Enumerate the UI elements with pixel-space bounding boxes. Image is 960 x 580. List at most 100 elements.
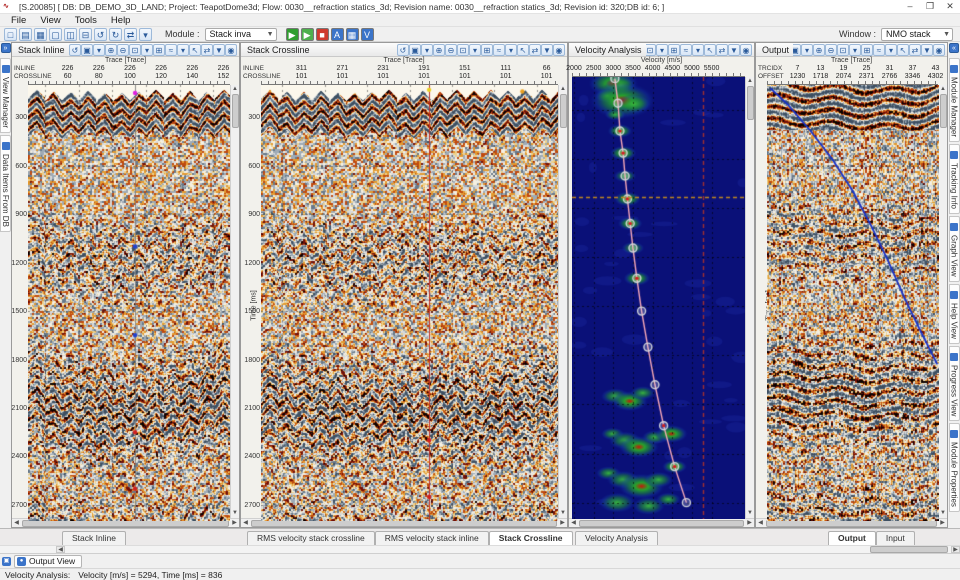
scroll-down-icon[interactable]: ▼ (559, 509, 568, 518)
vscroll-thumb[interactable] (560, 94, 567, 128)
maximize-button[interactable]: ❐ (920, 0, 940, 14)
pointer-tool-icon[interactable]: ↖ (189, 44, 201, 56)
module-analysis-icon[interactable]: A (331, 28, 344, 41)
pan-tool-icon[interactable]: ⇄ (716, 44, 728, 56)
scroll-right-icon[interactable]: ▶ (745, 519, 754, 528)
scroll-left-icon[interactable]: ◀ (756, 519, 765, 528)
view-tab-velocity-analysis[interactable]: Velocity Analysis (575, 531, 658, 546)
vscroll-thumb[interactable] (940, 94, 947, 128)
sidebar-tab-help-view[interactable]: Help View (949, 284, 960, 344)
run-interactive-icon[interactable]: ▶ (301, 28, 314, 41)
edit-picks-icon[interactable]: ◉ (553, 44, 565, 56)
display-curve-icon[interactable]: ≈ (873, 44, 885, 56)
zoom-out-icon[interactable]: ⊖ (117, 44, 129, 56)
scroll-right-icon[interactable]: ▶ (558, 519, 567, 528)
close-button[interactable]: ✕ (940, 0, 960, 14)
display-caret-icon[interactable]: ▾ (177, 44, 189, 56)
zoom-caret-icon[interactable]: ▾ (469, 44, 481, 56)
pan-tool-icon[interactable]: ⇄ (909, 44, 921, 56)
module-grid-icon[interactable]: ▦ (346, 28, 359, 41)
stack-crossline-plot[interactable] (261, 85, 558, 521)
refresh-icon[interactable]: ↺ (397, 44, 409, 56)
tab-scroll-thumb[interactable] (870, 546, 948, 553)
fit-view-icon[interactable]: ⊞ (481, 44, 493, 56)
sync-caret-icon[interactable]: ▾ (139, 28, 152, 41)
display-curve-icon[interactable]: ≈ (680, 44, 692, 56)
view-mode-caret-icon[interactable]: ▾ (421, 44, 433, 56)
refresh-icon[interactable]: ↺ (69, 44, 81, 56)
view-mode-caret-icon[interactable]: ▾ (93, 44, 105, 56)
velocity-semblance-plot[interactable] (572, 77, 745, 519)
zoom-box-icon[interactable]: ⊡ (457, 44, 469, 56)
zoom-out-icon[interactable]: ⊖ (445, 44, 457, 56)
edit-picks-icon[interactable]: ◉ (225, 44, 237, 56)
scroll-down-icon[interactable]: ▼ (231, 509, 240, 518)
sidebar-tab-data-items-from-db[interactable]: Data Items From DB (0, 135, 11, 232)
view-tab-rms-velocity-stack-crossline[interactable]: RMS velocity stack crossline (247, 531, 375, 546)
close-view-icon[interactable]: ▢ (49, 28, 62, 41)
pan-tool-icon[interactable]: ⇄ (201, 44, 213, 56)
zoom-in-icon[interactable]: ⊕ (105, 44, 117, 56)
view-mode-icon[interactable]: ▣ (81, 44, 93, 56)
output-gather-plot[interactable] (767, 85, 939, 521)
vscroll-thumb[interactable] (747, 86, 754, 120)
view-tab-stack-crossline[interactable]: Stack Crossline (489, 531, 573, 546)
display-caret-icon[interactable]: ▾ (505, 44, 517, 56)
export-view-icon[interactable]: ▼ (728, 44, 740, 56)
sidebar-tab-module-properties[interactable]: Module Properties (949, 423, 960, 512)
scroll-down-icon[interactable]: ▼ (746, 509, 755, 518)
tile-horizontal-icon[interactable]: ◫ (64, 28, 77, 41)
export-view-icon[interactable]: ▼ (921, 44, 933, 56)
module-velocity-icon[interactable]: V (361, 28, 374, 41)
fit-view-icon[interactable]: ⊞ (861, 44, 873, 56)
sidebar-tab-tracking-info[interactable]: Tracking Info (949, 144, 960, 214)
export-view-icon[interactable]: ▼ (213, 44, 225, 56)
tab-scroll-left-icon[interactable]: ◀ (56, 546, 65, 553)
zoom-out-icon[interactable]: ⊖ (825, 44, 837, 56)
stop-flow-icon[interactable]: ■ (316, 28, 329, 41)
view-mode-icon[interactable]: ▣ (409, 44, 421, 56)
scroll-down-icon[interactable]: ▼ (939, 509, 948, 518)
view-tab-rms-velocity-stack-inline[interactable]: RMS velocity stack inline (375, 531, 489, 546)
menu-tools[interactable]: Tools (68, 14, 104, 27)
undo-icon[interactable]: ↺ (94, 28, 107, 41)
sidebar-tab-graph-view[interactable]: Graph View (949, 216, 960, 282)
display-curve-icon[interactable]: ≈ (165, 44, 177, 56)
open-layout-icon[interactable]: ▤ (19, 28, 32, 41)
zoom-caret-icon[interactable]: ▾ (141, 44, 153, 56)
pointer-tool-icon[interactable]: ↖ (897, 44, 909, 56)
display-caret-icon[interactable]: ▾ (885, 44, 897, 56)
sidebar-tab-module-manager[interactable]: Module Manager (949, 58, 960, 142)
display-caret-icon[interactable]: ▾ (692, 44, 704, 56)
fit-view-icon[interactable]: ⊞ (153, 44, 165, 56)
edit-picks-icon[interactable]: ◉ (740, 44, 752, 56)
scroll-up-icon[interactable]: ▲ (939, 85, 948, 94)
export-view-icon[interactable]: ▼ (541, 44, 553, 56)
module-dropdown[interactable]: Stack inva ▼ (205, 28, 277, 41)
hscroll-thumb[interactable] (579, 520, 744, 527)
vscroll-thumb[interactable] (232, 94, 239, 128)
new-view-icon[interactable]: □ (4, 28, 17, 41)
tab-scroll-right-icon[interactable]: ▶ (951, 546, 960, 553)
output-view-tab[interactable]: ● Output View (14, 555, 82, 568)
zoom-box-icon[interactable]: ⊡ (129, 44, 141, 56)
tile-vertical-icon[interactable]: ⊟ (79, 28, 92, 41)
fit-view-icon[interactable]: ⊞ (668, 44, 680, 56)
sync-views-icon[interactable]: ⇄ (124, 28, 137, 41)
scroll-left-icon[interactable]: ◀ (569, 519, 578, 528)
zoom-box-icon[interactable]: ⊡ (646, 44, 656, 56)
sidebar-tab-view-manager[interactable]: View Manager (0, 58, 11, 133)
scroll-right-icon[interactable]: ▶ (230, 519, 239, 528)
scroll-right-icon[interactable]: ▶ (938, 519, 947, 528)
menu-help[interactable]: Help (104, 14, 138, 27)
pointer-tool-icon[interactable]: ↖ (704, 44, 716, 56)
save-layout-icon[interactable]: ▦ (34, 28, 47, 41)
zoom-in-icon[interactable]: ⊕ (433, 44, 445, 56)
scroll-left-icon[interactable]: ◀ (12, 519, 21, 528)
zoom-caret-icon[interactable]: ▾ (656, 44, 668, 56)
edit-picks-icon[interactable]: ◉ (933, 44, 945, 56)
pointer-tool-icon[interactable]: ↖ (517, 44, 529, 56)
scroll-up-icon[interactable]: ▲ (231, 85, 240, 94)
menu-file[interactable]: File (4, 14, 33, 27)
view-mode-caret-icon[interactable]: ▾ (801, 44, 813, 56)
